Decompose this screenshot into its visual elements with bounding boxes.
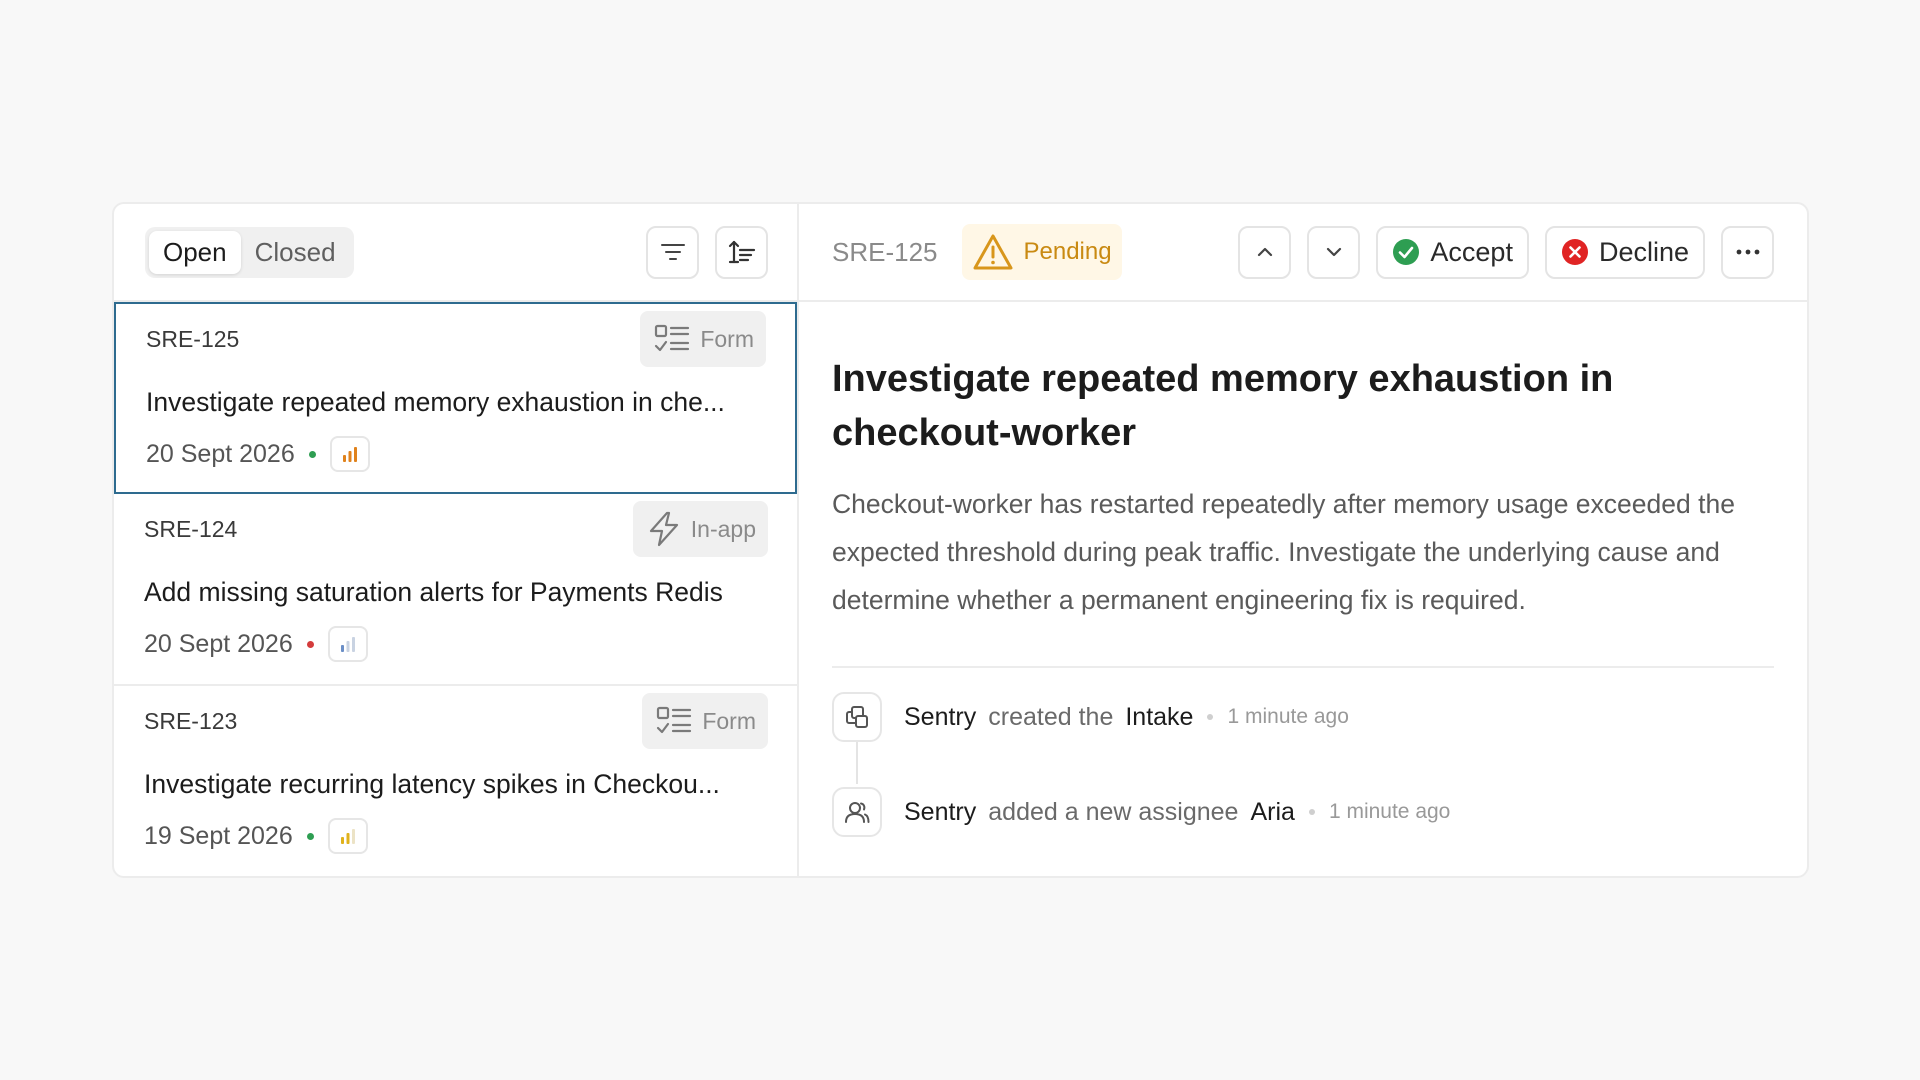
list-item[interactable]: SRE-125 Form Investigate repeated memory… xyxy=(114,302,797,494)
accept-label: Accept xyxy=(1430,236,1513,267)
item-title: Investigate repeated memory exhaustion i… xyxy=(146,387,725,417)
intake-icon xyxy=(832,692,882,742)
sort-button[interactable] xyxy=(715,225,768,279)
priority-bars-icon xyxy=(340,637,355,652)
list-item[interactable]: SRE-124 In-app Add missing saturation al… xyxy=(114,494,797,686)
item-source-tag: In-app xyxy=(632,501,768,557)
activity-verb: created the xyxy=(988,702,1114,731)
list-header: Open Closed xyxy=(114,204,797,302)
sort-icon xyxy=(728,240,755,264)
open-filter-button[interactable]: Open xyxy=(149,230,241,274)
status-dot xyxy=(306,640,314,648)
item-meta: 20 Sept 2026 xyxy=(146,436,370,472)
divider xyxy=(832,666,1774,668)
detail-header: SRE-125 Pending Accept Decline xyxy=(799,204,1807,302)
detail-pane: SRE-125 Pending Accept Decline Investiga… xyxy=(799,204,1807,876)
decline-button[interactable]: Decline xyxy=(1544,225,1705,279)
item-meta: 19 Sept 2026 xyxy=(144,818,368,854)
item-tag-label: In-app xyxy=(690,515,756,542)
issue-list-pane: Open Closed SRE-125 Form Investigate rep… xyxy=(114,204,799,876)
item-id: SRE-123 xyxy=(144,708,238,734)
separator-dot xyxy=(1308,809,1315,815)
filter-icon xyxy=(660,244,685,260)
chevron-down-icon xyxy=(1326,247,1342,257)
priority-bars-icon xyxy=(340,829,355,844)
more-options-button[interactable] xyxy=(1721,225,1774,279)
accept-button[interactable]: Accept xyxy=(1376,225,1529,279)
item-id: SRE-124 xyxy=(144,516,238,542)
status-dot xyxy=(306,832,314,840)
priority-button[interactable] xyxy=(327,818,368,854)
list-item[interactable]: SRE-123 Form Investigate recurring laten… xyxy=(114,686,797,876)
chevron-up-icon xyxy=(1257,247,1273,257)
priority-bars-icon xyxy=(342,447,357,462)
separator-dot xyxy=(1207,714,1214,720)
activity-actor: Sentry xyxy=(904,797,977,826)
item-date: 20 Sept 2026 xyxy=(146,439,295,468)
item-source-tag: Form xyxy=(642,693,768,749)
detail-title: Investigate repeated memory exhaustion i… xyxy=(832,358,1614,454)
activity-time: 1 minute ago xyxy=(1227,705,1349,728)
activity-object: Intake xyxy=(1125,702,1194,731)
user-icon xyxy=(832,787,882,837)
x-circle-icon xyxy=(1561,239,1588,265)
activity-actor: Sentry xyxy=(904,702,977,731)
triage-panel: Open Closed SRE-125 Form Investigate rep… xyxy=(112,202,1809,878)
previous-issue-button[interactable] xyxy=(1238,225,1292,279)
item-date: 19 Sept 2026 xyxy=(144,821,293,850)
activity-item: Sentry created the Intake 1 minute ago xyxy=(832,692,1349,742)
more-dots-icon xyxy=(1736,249,1759,255)
item-meta: 20 Sept 2026 xyxy=(144,626,368,662)
next-issue-button[interactable] xyxy=(1307,225,1361,279)
item-date: 20 Sept 2026 xyxy=(144,629,293,658)
filter-button[interactable] xyxy=(646,225,699,279)
warning-icon xyxy=(973,234,1012,270)
check-circle-icon xyxy=(1393,239,1420,265)
item-tag-label: Form xyxy=(700,325,754,352)
closed-filter-button[interactable]: Closed xyxy=(241,231,350,274)
activity-time: 1 minute ago xyxy=(1328,800,1451,823)
item-title: Add missing saturation alerts for Paymen… xyxy=(144,577,723,607)
detail-description: Checkout-worker has restarted repeatedly… xyxy=(832,489,1735,615)
priority-button[interactable] xyxy=(327,626,368,662)
decline-label: Decline xyxy=(1598,236,1689,267)
form-icon xyxy=(657,706,692,734)
open-closed-toggle: Open Closed xyxy=(145,226,354,278)
activity-object: Aria xyxy=(1250,797,1295,826)
activity-item: Sentry added a new assignee Aria 1 minut… xyxy=(832,787,1450,837)
item-source-tag: Form xyxy=(640,311,766,367)
activity-verb: added a new assignee xyxy=(988,797,1239,826)
status-badge: Pending xyxy=(961,224,1122,280)
status-dot xyxy=(308,450,316,458)
lightning-icon xyxy=(649,511,678,547)
form-icon xyxy=(655,324,690,352)
status-label: Pending xyxy=(1023,238,1112,265)
detail-issue-id: SRE-125 xyxy=(832,236,938,267)
item-id: SRE-125 xyxy=(146,326,240,352)
item-title: Investigate recurring latency spikes in … xyxy=(144,769,720,799)
priority-button[interactable] xyxy=(329,436,370,472)
item-tag-label: Form xyxy=(702,707,756,734)
